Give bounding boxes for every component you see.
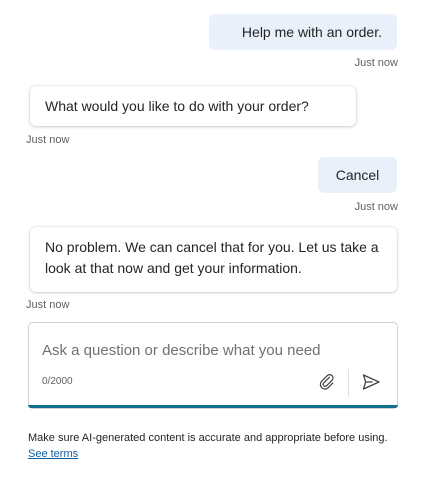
message-timestamp: Just now xyxy=(354,57,398,69)
bot-message: What would you like to do with your orde… xyxy=(30,86,356,126)
send-icon xyxy=(362,374,380,390)
send-button[interactable] xyxy=(359,370,383,394)
message-timestamp: Just now xyxy=(26,299,70,311)
user-message: Cancel xyxy=(318,157,397,193)
character-counter: 0/2000 xyxy=(42,376,73,387)
composer-divider xyxy=(348,369,349,397)
see-terms-link[interactable]: See terms xyxy=(28,448,78,460)
user-message: Help me with an order. xyxy=(209,14,397,50)
attach-button[interactable] xyxy=(315,370,339,394)
paperclip-icon xyxy=(319,374,334,390)
message-composer: 0/2000 xyxy=(28,322,398,409)
composer-focus-indicator xyxy=(28,405,398,408)
message-timestamp: Just now xyxy=(354,201,398,213)
message-input[interactable] xyxy=(42,339,342,361)
message-timestamp: Just now xyxy=(26,134,70,146)
ai-disclaimer: Make sure AI-generated content is accura… xyxy=(28,430,398,462)
disclaimer-text: Make sure AI-generated content is accura… xyxy=(28,432,388,444)
bot-message: No problem. We can cancel that for you. … xyxy=(30,227,397,292)
